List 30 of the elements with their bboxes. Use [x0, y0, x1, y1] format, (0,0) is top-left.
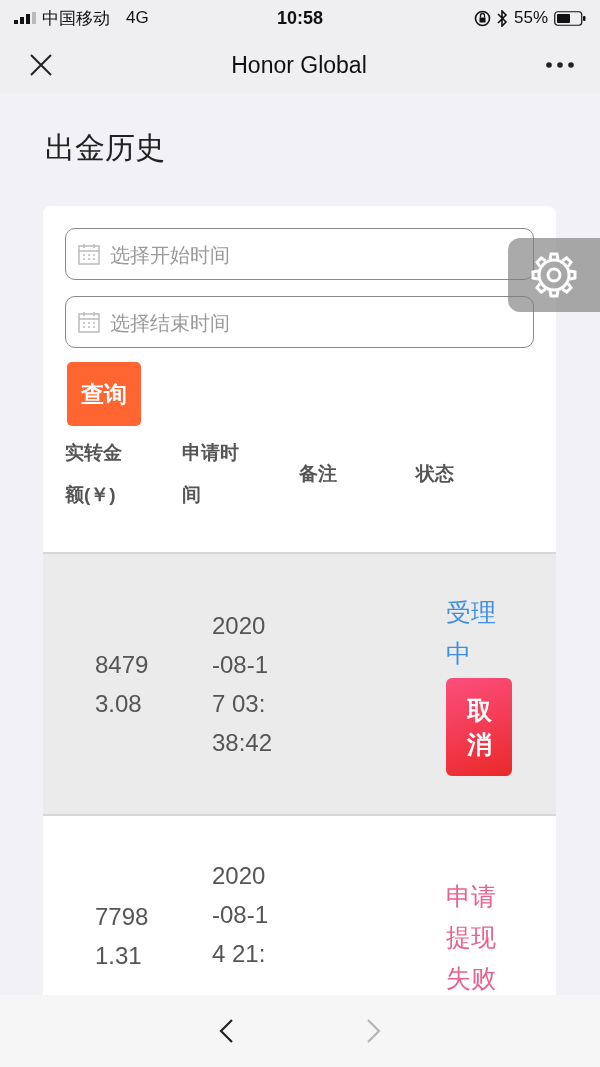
- section-heading: 出金历史: [44, 130, 166, 166]
- calendar-icon: [78, 311, 100, 333]
- cancel-button[interactable]: 取消: [446, 678, 512, 776]
- more-icon: [546, 62, 574, 68]
- time-cell-text: 2020-08-14 21:: [212, 861, 270, 969]
- calendar-icon: [78, 243, 100, 265]
- column-header: 备注: [299, 462, 338, 486]
- amount-cell-text: 77981.31: [95, 902, 150, 971]
- date-field[interactable]: 选择结束时间: [65, 296, 534, 348]
- close-icon: [30, 54, 52, 76]
- more-button[interactable]: [544, 60, 576, 70]
- status-text: 受理中: [446, 597, 497, 669]
- signal-icon: [14, 12, 36, 24]
- rotation-lock-icon: [474, 9, 491, 27]
- battery-percent: 55%: [514, 8, 548, 28]
- bluetooth-icon: [497, 9, 508, 27]
- query-button[interactable]: 查询: [67, 362, 141, 426]
- carrier-name: 中国移动: [42, 7, 110, 30]
- status-text: 申请提现失败: [446, 881, 497, 994]
- time-cell-text: 2020-08-17 03:38:42: [212, 611, 273, 758]
- page-title: Honor Global: [230, 51, 368, 79]
- date-field[interactable]: 选择开始时间: [65, 228, 534, 280]
- column-header: 状态: [416, 462, 455, 486]
- column-header: 申请时间: [182, 441, 240, 507]
- close-button[interactable]: [28, 52, 54, 78]
- battery-icon: [554, 10, 586, 26]
- network-type: 4G: [126, 8, 149, 28]
- column-header: 实转金额(￥): [65, 441, 123, 507]
- status-time: 10:58: [277, 7, 324, 29]
- amount-cell-text: 84793.08: [95, 650, 150, 719]
